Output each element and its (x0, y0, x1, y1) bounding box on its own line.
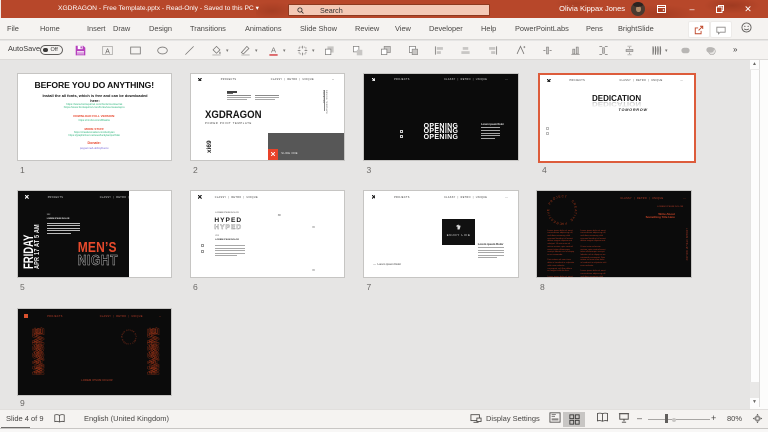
svg-text:CREATIVE PROJECT CREATIVE: CREATIVE PROJECT CREATIVE PROJECT (546, 194, 578, 226)
svg-text:A: A (271, 45, 277, 54)
svg-text:LOREM IPSUM DOLOR SIT AMET LOR: LOREM IPSUM DOLOR SIT AMET LOREM (121, 329, 137, 344)
svg-text:A: A (105, 48, 110, 55)
